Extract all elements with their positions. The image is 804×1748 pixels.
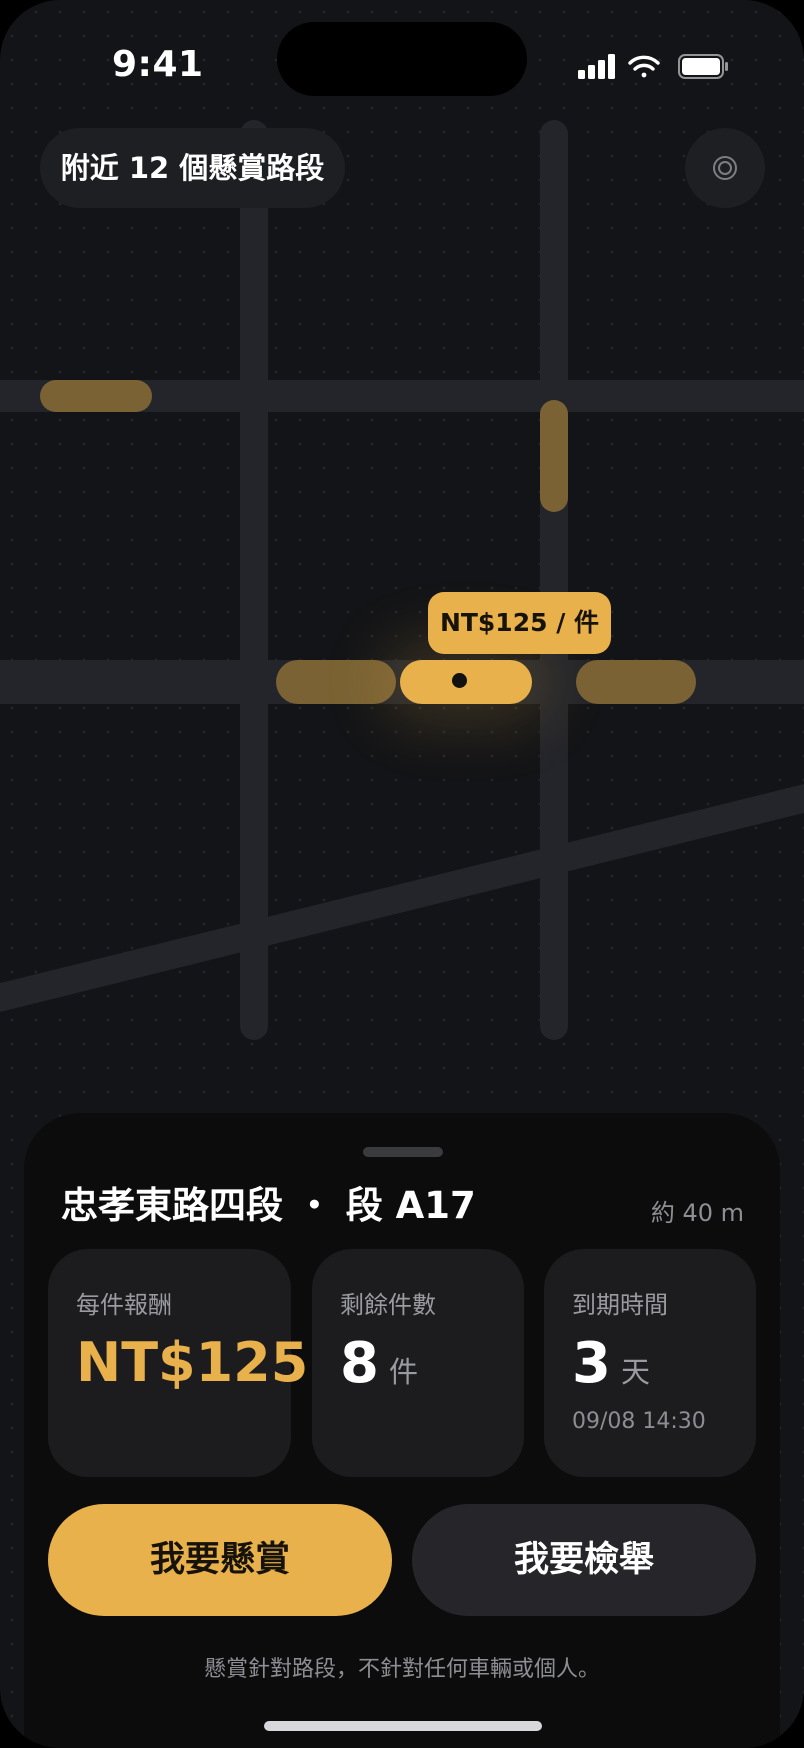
location-target-icon — [713, 156, 737, 180]
location-dot — [452, 673, 467, 688]
reward-value: NT$125 — [76, 1331, 309, 1394]
battery-icon — [678, 54, 728, 79]
status-time: 9:41 — [112, 44, 204, 85]
bounty-segment[interactable] — [576, 660, 696, 704]
deadline-datetime: 09/08 14:30 — [572, 1409, 706, 1434]
bounty-segment-selected[interactable] — [400, 660, 532, 704]
deadline-unit: 天 — [620, 1355, 650, 1389]
bounty-segment[interactable] — [540, 400, 568, 512]
bounty-segment[interactable] — [276, 660, 396, 704]
reward-label: 每件報酬 — [76, 1291, 172, 1319]
remaining-card: 剩餘件數 8件 — [312, 1249, 524, 1477]
bounty-segment[interactable] — [40, 380, 152, 412]
status-icons — [578, 54, 728, 79]
cellular-signal-icon — [578, 54, 615, 79]
nearby-count-pill[interactable]: 附近 12 個懸賞路段 — [40, 128, 345, 208]
reward-card: 每件報酬 NT$125 — [48, 1249, 308, 1477]
deadline-card: 到期時間 3天 09/08 14:30 — [544, 1249, 756, 1477]
locate-me-button[interactable] — [685, 128, 765, 208]
deadline-label: 到期時間 — [572, 1291, 668, 1319]
report-button[interactable]: 我要檢舉 — [412, 1504, 756, 1616]
deadline-value: 3 — [572, 1331, 611, 1396]
reward-value-row: NT$125 — [76, 1331, 308, 1394]
disclaimer-text: 懸賞針對路段，不針對任何車輛或個人。 — [203, 1657, 600, 1682]
deadline-value-row: 3天 — [572, 1331, 650, 1396]
remaining-value: 8 — [340, 1331, 379, 1396]
distance-label: 約 40 m — [650, 1199, 744, 1227]
home-indicator[interactable] — [264, 1721, 542, 1731]
remaining-value-row: 8件 — [340, 1331, 418, 1396]
segment-title: 忠孝東路四段 ・ 段 A17 — [61, 1184, 476, 1227]
dynamic-island — [277, 22, 527, 96]
app-screen: NT$125 / 件 9:41 附近 12 個懸賞路段 忠孝東路四段 ・ 段 A… — [0, 0, 804, 1748]
remaining-unit: 件 — [388, 1355, 418, 1389]
wifi-icon — [628, 55, 660, 78]
remaining-label: 剩餘件數 — [340, 1291, 436, 1319]
offer-bounty-button[interactable]: 我要懸賞 — [48, 1504, 392, 1616]
sheet-grabber[interactable] — [363, 1147, 443, 1157]
price-tag: NT$125 / 件 — [428, 592, 611, 654]
segment-detail-sheet: 忠孝東路四段 ・ 段 A17 約 40 m 每件報酬 NT$125 剩餘件數 8… — [24, 1113, 780, 1748]
